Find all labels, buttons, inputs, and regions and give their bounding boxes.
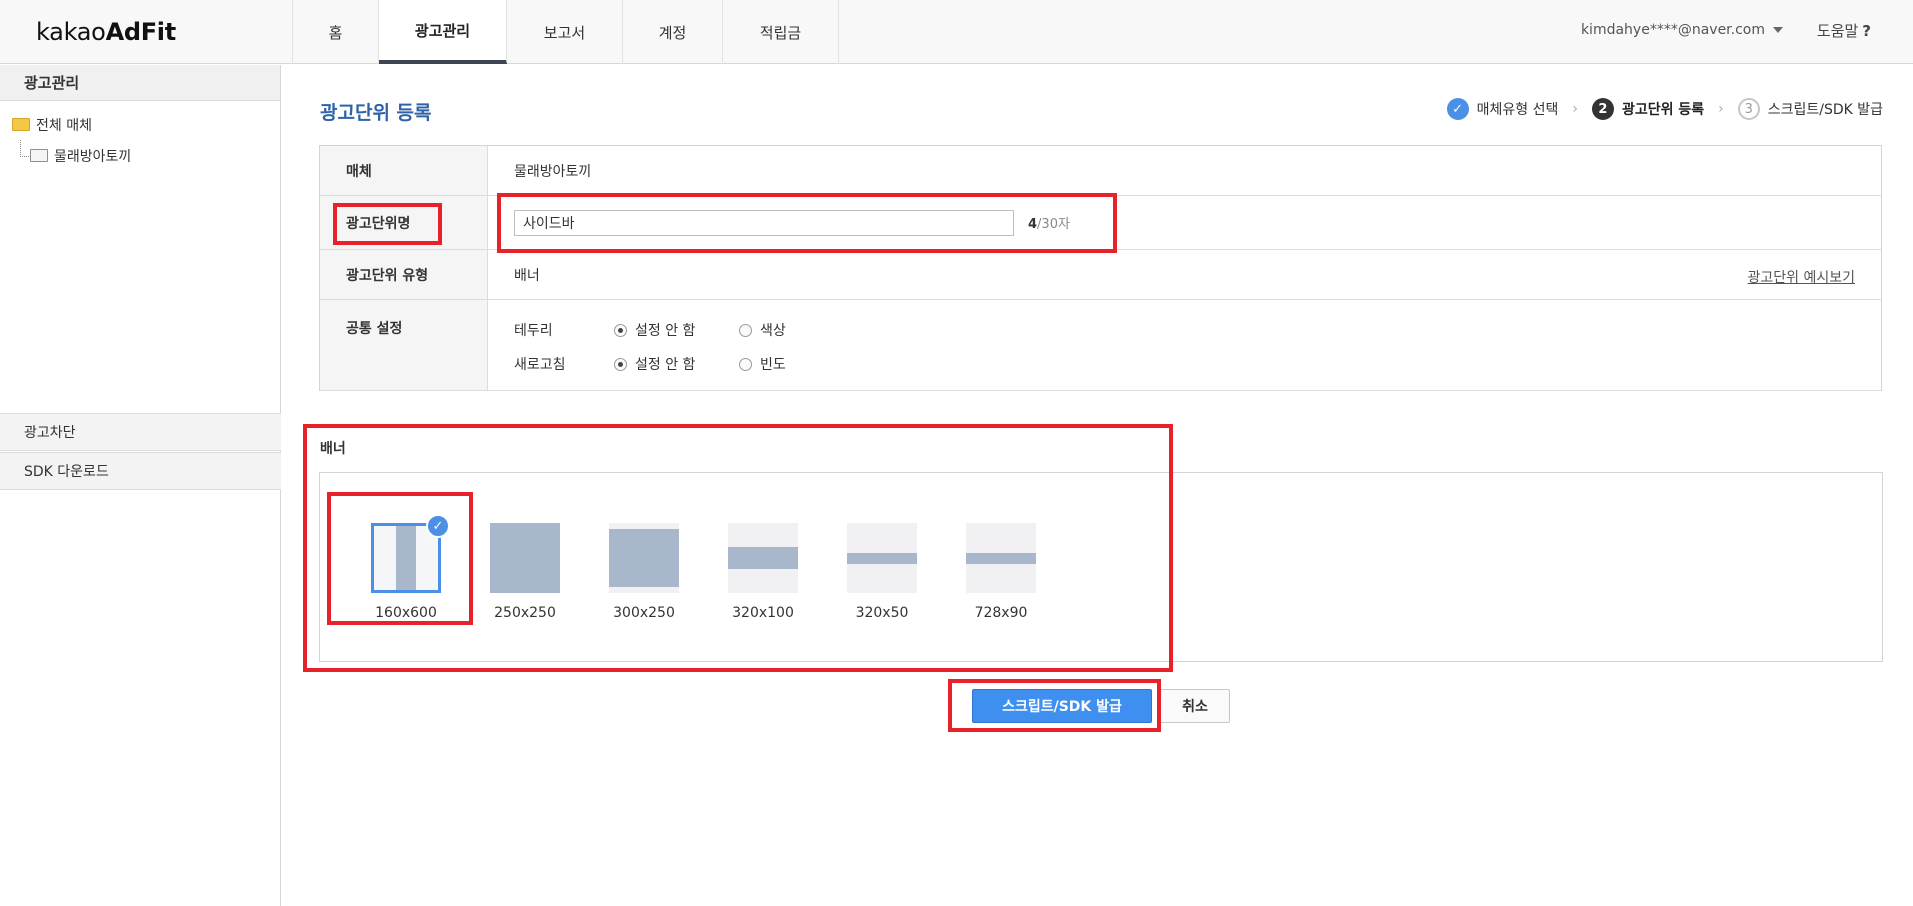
ad-unit-name-cell: 4/30자 (488, 196, 1881, 249)
banner-thumb-300x250 (609, 523, 679, 593)
cancel-button[interactable]: 취소 (1160, 689, 1230, 723)
banner-thumb-160x600: ✓ (371, 514, 450, 593)
tab-home[interactable]: 홈 (293, 0, 379, 64)
radio-icon (739, 357, 752, 371)
ad-unit-name-label: 광고단위명 (320, 196, 488, 249)
form-row-media: 매체 물래방아토끼 (320, 146, 1881, 196)
chevron-right-icon: › (1572, 101, 1578, 117)
banner-fill (728, 547, 798, 569)
common-settings-label: 공통 설정 (320, 300, 488, 390)
ad-unit-type-label: 광고단위 유형 (320, 250, 488, 299)
banner-size-728x90[interactable]: 728x90 (966, 523, 1036, 621)
top-header: kakaoAdFit 홈 광고관리 보고서 계정 적립금 kimdahye***… (0, 0, 1913, 64)
ad-unit-type-cell: 배너 광고단위 예시보기 (488, 250, 1881, 299)
form-row-ad-unit-name: 광고단위명 4/30자 (320, 196, 1881, 250)
check-icon: ✓ (426, 514, 450, 538)
step-number-icon: 3 (1737, 98, 1760, 120)
kakao-adfit-logo[interactable]: kakaoAdFit (36, 18, 176, 46)
refresh-radio-frequency[interactable]: 빈도 (739, 354, 819, 374)
ad-unit-preview-link[interactable]: 광고단위 예시보기 (1748, 267, 1856, 287)
ad-unit-type-value: 배너 (514, 267, 540, 284)
border-radio-color[interactable]: 색상 (739, 320, 819, 340)
tab-reserve-funds[interactable]: 적립금 (723, 0, 839, 64)
sidebar: 광고관리 전체 매체 물래방아토끼 광고차단 SDK 다운로드 (0, 65, 281, 906)
media-tree: 전체 매체 물래방아토끼 (0, 101, 280, 171)
banner-size-160x600[interactable]: ✓ 160x600 (371, 514, 450, 621)
step-number-icon: 2 (1591, 98, 1614, 120)
banner-fill (609, 529, 679, 587)
media-label: 매체 (320, 146, 488, 195)
banner-thumb-320x50 (847, 523, 917, 593)
banner-thumb-320x100 (728, 523, 798, 593)
question-mark-icon: ? (1862, 22, 1871, 40)
common-settings-cell: 테두리 설정 안 함 색상 새로고침 설정 안 함 빈도 (488, 300, 1881, 390)
help-link[interactable]: 도움말? (1817, 20, 1871, 41)
step-select-media-type: ✓ 매체유형 선택 (1446, 98, 1558, 120)
ad-unit-name-input[interactable] (514, 209, 1014, 236)
border-label: 테두리 (514, 323, 553, 339)
user-email: kimdahye****@naver.com (1580, 22, 1765, 38)
banner-fill (847, 553, 917, 564)
sidebar-section-ad-block[interactable]: 광고차단 (0, 413, 281, 451)
sidebar-section-ad-management[interactable]: 광고관리 (0, 65, 280, 101)
tab-account[interactable]: 계정 (623, 0, 723, 64)
step-issue-script: 3 스크립트/SDK 발급 (1737, 98, 1883, 120)
media-value: 물래방아토끼 (514, 163, 592, 180)
banner-size-300x250[interactable]: 300x250 (609, 523, 679, 621)
folder-open-icon (12, 118, 30, 131)
radio-icon (739, 323, 752, 337)
char-counter: 4/30자 (1028, 217, 1070, 232)
banner-thumb-250x250 (490, 523, 560, 593)
tab-reports[interactable]: 보고서 (507, 0, 623, 64)
banner-thumb-728x90 (966, 523, 1036, 593)
chevron-right-icon: › (1718, 101, 1724, 117)
radio-selected-icon (614, 357, 627, 371)
banner-size-picker: ✓ 160x600 250x250 300x250 320x100 320x50… (319, 472, 1883, 662)
radio-selected-icon (614, 323, 627, 337)
banner-fill (966, 553, 1036, 564)
chevron-down-icon (1773, 27, 1783, 33)
step-register-ad-unit: 2 광고단위 등록 (1591, 98, 1704, 120)
form-row-common-settings: 공통 설정 테두리 설정 안 함 색상 새로고침 설정 안 함 빈도 (320, 300, 1881, 391)
check-circle-icon: ✓ (1446, 98, 1469, 120)
ad-unit-form: 매체 물래방아토끼 광고단위명 4/30자 광고단위 유형 배너 광고단위 예시… (319, 145, 1882, 391)
sidebar-section-sdk-download[interactable]: SDK 다운로드 (0, 452, 281, 490)
form-row-ad-unit-type: 광고단위 유형 배너 광고단위 예시보기 (320, 250, 1881, 300)
user-menu[interactable]: kimdahye****@naver.com (1581, 22, 1783, 38)
banner-size-320x100[interactable]: 320x100 (728, 523, 798, 621)
tree-item-media[interactable]: 물래방아토끼 (0, 140, 280, 171)
folder-icon (30, 149, 48, 162)
banner-fill (490, 523, 560, 593)
tree-item-all-media[interactable]: 전체 매체 (0, 109, 280, 140)
issue-script-sdk-button[interactable]: 스크립트/SDK 발급 (972, 689, 1152, 723)
step-indicator: ✓ 매체유형 선택 › 2 광고단위 등록 › 3 스크립트/SDK 발급 (1446, 98, 1883, 120)
banner-section-title: 배너 (320, 441, 346, 457)
banner-size-250x250[interactable]: 250x250 (490, 523, 560, 621)
refresh-label: 새로고침 (514, 357, 566, 373)
refresh-radio-none[interactable]: 설정 안 함 (614, 354, 739, 374)
global-nav: 홈 광고관리 보고서 계정 적립금 (292, 0, 839, 64)
tab-ad-management[interactable]: 광고관리 (379, 0, 507, 64)
banner-fill (396, 526, 416, 590)
border-radio-none[interactable]: 설정 안 함 (614, 320, 739, 340)
page-title: 광고단위 등록 (320, 102, 432, 124)
banner-size-320x50[interactable]: 320x50 (847, 523, 917, 621)
